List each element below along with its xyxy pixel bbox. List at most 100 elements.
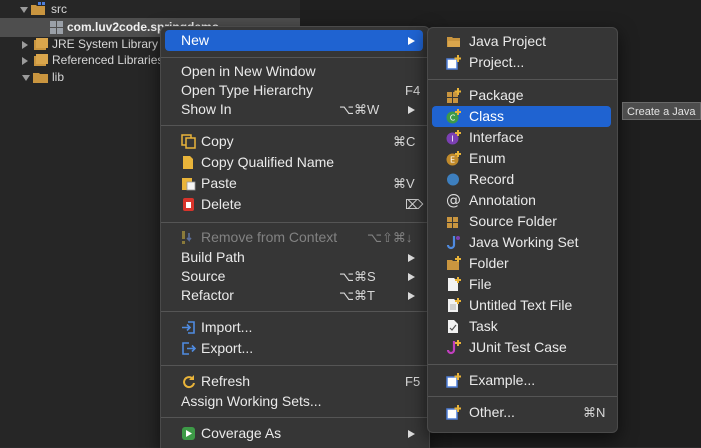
menu-item-label: Project... <box>469 54 525 70</box>
menu-separator <box>428 396 617 397</box>
menu-item-label: Paste <box>201 175 237 191</box>
context-menu: New Open in New Window Open Type Hierarc… <box>160 26 430 448</box>
menu-item-source[interactable]: Source ⌥⌘S <box>165 266 423 287</box>
submenu-item-task[interactable]: Task <box>432 316 611 337</box>
library-icon <box>34 54 48 66</box>
submenu-item-package[interactable]: Package <box>432 85 611 106</box>
project-icon <box>446 55 461 70</box>
shortcut-label: F5 <box>405 374 421 389</box>
menu-item-label: JUnit Test Case <box>469 339 567 355</box>
menu-item-label: Refactor <box>181 287 234 303</box>
record-icon <box>447 173 459 186</box>
menu-item-label: Copy Qualified Name <box>201 154 335 170</box>
shortcut-label: ⌘V <box>393 176 415 191</box>
menu-separator <box>161 365 429 366</box>
menu-item-open-type-hierarchy[interactable]: Open Type Hierarchy F4 <box>165 80 423 101</box>
menu-separator <box>161 417 429 418</box>
submenu-item-file[interactable]: File <box>432 274 611 295</box>
submenu-item-java-working-set[interactable]: Java Working Set <box>432 232 611 253</box>
shortcut-label: ⌥⌘S <box>339 269 376 284</box>
menu-item-label: Delete <box>201 196 242 212</box>
menu-item-label: Coverage As <box>201 425 282 441</box>
menu-item-refresh[interactable]: Refresh F5 <box>165 371 423 392</box>
submenu-item-class[interactable]: C Class <box>432 106 611 127</box>
svg-text:C: C <box>450 114 456 123</box>
shortcut-label: ⌘C <box>393 134 416 149</box>
menu-item-show-in[interactable]: Show In ⌥⌘W <box>165 99 423 120</box>
menu-item-label: Annotation <box>469 192 536 208</box>
menu-item-label: Build Path <box>181 249 245 265</box>
submenu-item-junit-test-case[interactable]: JUnit Test Case <box>432 337 611 358</box>
shortcut-label: ⌥⌘T <box>339 288 375 303</box>
menu-item-build-path[interactable]: Build Path <box>165 247 423 268</box>
menu-item-copy[interactable]: Copy ⌘C <box>165 131 423 152</box>
java-working-set-icon <box>446 236 460 250</box>
submenu-item-project[interactable]: Project... <box>432 52 611 73</box>
menu-item-label: Class <box>469 108 505 124</box>
class-icon: C <box>446 109 461 124</box>
submenu-item-other[interactable]: Other... ⌘N <box>432 402 611 423</box>
shortcut-label: ⌦ <box>405 197 424 212</box>
menu-item-open-new-window[interactable]: Open in New Window <box>165 61 423 82</box>
delete-icon <box>183 198 194 211</box>
menu-separator <box>428 79 617 80</box>
file-icon <box>448 277 461 291</box>
menu-item-label: Untitled Text File <box>469 297 573 313</box>
submenu-item-annotation[interactable]: @ Annotation <box>432 190 611 211</box>
menu-separator <box>161 125 429 126</box>
collapsed-twistie-icon[interactable] <box>22 41 28 49</box>
submenu-item-untitled-text-file[interactable]: Untitled Text File <box>432 295 611 316</box>
menu-item-assign-working-sets[interactable]: Assign Working Sets... <box>165 391 423 412</box>
menu-item-export[interactable]: Export... <box>165 338 423 359</box>
menu-item-label: Refresh <box>201 373 251 389</box>
submenu-item-java-project[interactable]: Java Project <box>432 31 611 52</box>
remove-context-icon <box>182 231 192 244</box>
menu-item-refactor[interactable]: Refactor ⌥⌘T <box>165 285 423 306</box>
enum-icon: E <box>446 151 461 166</box>
menu-item-import[interactable]: Import... <box>165 317 423 338</box>
submenu-item-record[interactable]: Record <box>432 169 611 190</box>
tree-item-label: Referenced Libraries <box>52 53 164 67</box>
submenu-item-source-folder[interactable]: Source Folder <box>432 211 611 232</box>
other-icon <box>446 405 461 420</box>
submenu-arrow-icon <box>408 292 415 300</box>
menu-item-label: Folder <box>469 255 509 271</box>
submenu-arrow-icon <box>408 106 415 114</box>
menu-item-copy-qualified-name[interactable]: Copy Qualified Name <box>165 152 423 173</box>
tree-item-label: lib <box>52 70 65 84</box>
menu-item-new[interactable]: New <box>165 30 423 51</box>
menu-item-paste[interactable]: Paste ⌘V <box>165 173 423 194</box>
import-icon <box>182 321 195 334</box>
expanded-twistie-icon[interactable] <box>22 75 30 81</box>
tooltip: Create a Java <box>622 102 701 120</box>
expanded-twistie-icon[interactable] <box>20 7 28 13</box>
submenu-item-enum[interactable]: E Enum <box>432 148 611 169</box>
menu-item-label: Interface <box>469 129 524 145</box>
text-file-icon <box>448 298 461 312</box>
submenu-arrow-icon <box>408 430 415 438</box>
submenu-item-interface[interactable]: I Interface <box>432 127 611 148</box>
interface-icon: I <box>446 130 461 145</box>
submenu-item-example[interactable]: Example... <box>432 370 611 391</box>
menu-item-label: Assign Working Sets... <box>181 393 322 409</box>
menu-separator <box>161 222 429 223</box>
menu-item-label: Example... <box>469 372 536 388</box>
menu-item-label: Package <box>469 87 524 103</box>
menu-item-label: Java Working Set <box>469 234 579 250</box>
copy-icon <box>181 134 196 149</box>
package-icon <box>447 88 461 103</box>
folder-icon <box>447 256 461 270</box>
menu-separator <box>161 57 429 58</box>
menu-item-label: New <box>181 32 210 48</box>
menu-item-label: Export... <box>201 340 254 356</box>
menu-item-delete[interactable]: Delete ⌦ <box>165 194 423 215</box>
folder-icon <box>33 73 48 83</box>
menu-item-label: Source <box>181 268 226 284</box>
menu-item-coverage-as[interactable]: Coverage As <box>165 423 423 444</box>
submenu-item-folder[interactable]: Folder <box>432 253 611 274</box>
collapsed-twistie-icon[interactable] <box>22 57 28 65</box>
paste-icon <box>182 178 196 191</box>
task-icon <box>448 320 458 333</box>
menu-item-label: Enum <box>469 150 506 166</box>
export-icon <box>182 342 196 355</box>
